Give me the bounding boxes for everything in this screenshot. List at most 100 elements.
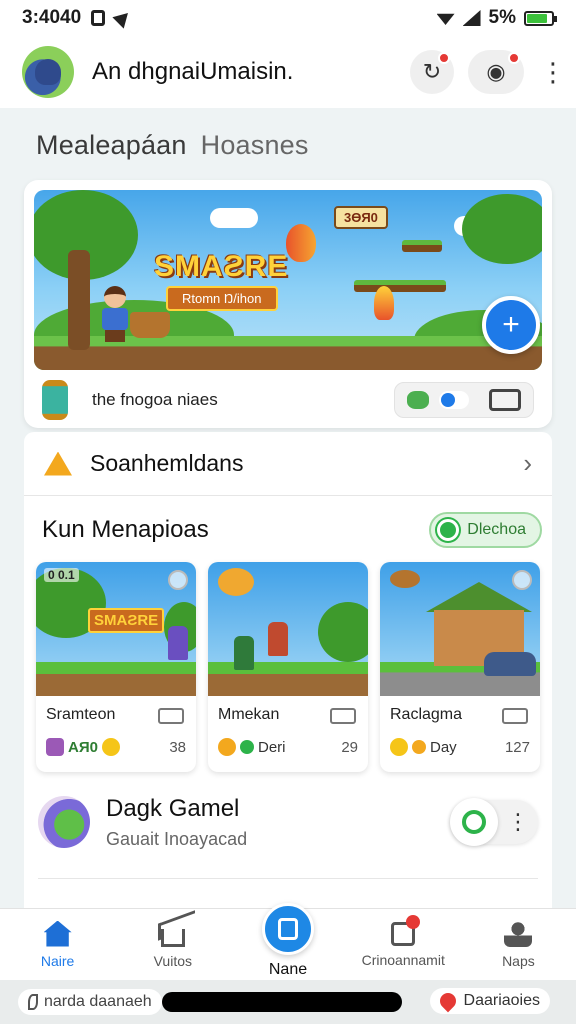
chat-button[interactable] [450, 798, 498, 846]
refresh-icon: ↻ [422, 59, 442, 84]
system-right-text: Daariaoies [463, 992, 540, 1009]
item-subtitle: Gauait Inoayacad [106, 828, 248, 849]
notification-dot [508, 52, 520, 64]
hero-character [98, 286, 132, 342]
wifi-icon [436, 13, 455, 25]
system-right-chip[interactable]: Daariaoies [429, 988, 550, 1014]
camera-button[interactable]: ◉ [468, 50, 524, 94]
nav-label: Crinoannamit [361, 951, 445, 968]
nav-center[interactable]: Nane [230, 902, 345, 980]
hero-legs [105, 330, 125, 342]
game-count: 38 [169, 738, 186, 756]
sim-icon [91, 10, 106, 26]
house-outline-icon [160, 928, 185, 947]
featured-banner[interactable]: 3ӨЯ0 SMAƧRE Rtomn Ŋ/ihon + [34, 190, 542, 370]
game-logo-subtitle: Rtomn Ŋ/ihon [166, 286, 278, 311]
chat-icon [462, 810, 486, 834]
game-title: Raclagma [390, 706, 463, 723]
featured-game-card[interactable]: 3ӨЯ0 SMAƧRE Rtomn Ŋ/ihon + the fnogoa ni… [24, 180, 552, 428]
nav-home[interactable]: Naire [0, 909, 115, 980]
info-icon[interactable] [168, 570, 188, 590]
list-row-link[interactable]: Soanhemldans › [24, 432, 552, 496]
message-box-icon [391, 914, 421, 946]
car [484, 652, 536, 676]
system-left-chip[interactable]: narda daanaeh [18, 989, 162, 1015]
thumb-ground [208, 662, 368, 696]
camera-icon: ◉ [486, 59, 506, 84]
home-indicator[interactable] [162, 992, 402, 1012]
apps-icon [262, 902, 314, 955]
featured-controls[interactable] [394, 382, 534, 418]
game-stat: Day [430, 738, 457, 756]
games-row: 0 0.1 SMAƧRE Sramteon AЯ0 38 Mmekan Deri… [36, 562, 540, 772]
nav-label: Naire [40, 952, 75, 969]
battery-fill [527, 13, 548, 23]
section-title: Mealeapáan Hoasnes [36, 130, 309, 161]
list-item[interactable]: Dagk Gamel Gauait Inoayacad ⋮ [24, 782, 552, 862]
featured-game-name: the fnogoa niaes [92, 390, 218, 409]
more-options-icon[interactable]: ⋮ [498, 809, 538, 835]
add-button[interactable]: + [482, 296, 540, 354]
bottom-nav: Naire Vuitos Nane Crinoannamit Naps [0, 902, 576, 980]
status-bar: 3:4040 5% [0, 0, 576, 36]
featured-footer: the fnogoa niaes [24, 372, 552, 428]
app-header: An dhgnaiUmaisin. ↻ ◉ ⋮ [0, 36, 576, 108]
badge-dot [406, 914, 421, 929]
info-icon[interactable] [512, 570, 532, 590]
games-filter-chip[interactable]: Dlechoa [429, 512, 542, 548]
character [168, 626, 188, 660]
nav-profile[interactable]: Naps [461, 909, 576, 980]
refresh-button[interactable]: ↻ [410, 50, 454, 94]
game-thumbnail [208, 562, 368, 696]
notification-dot [438, 52, 450, 64]
battery-percent: 5% [488, 7, 516, 28]
game-stats: AЯ0 38 [46, 738, 186, 756]
clock: 3:4040 [22, 7, 82, 28]
games-section-title: Kun Menapioas [42, 516, 209, 543]
item-avatar [38, 796, 90, 848]
tree-trunk [68, 250, 90, 350]
gem-icon [407, 391, 429, 409]
nav-communication[interactable]: Crinoannamit [346, 909, 461, 980]
game-stat: Deri [258, 738, 286, 756]
section-title-main: Mealeapáan [36, 130, 187, 160]
chip-label: Dlechoa [467, 521, 526, 538]
apps-icon-inner [278, 917, 298, 940]
plus-icon: + [502, 308, 520, 341]
screen-icon[interactable] [489, 389, 521, 411]
game-stats: Deri 29 [218, 738, 358, 756]
item-title: Dagk Gamel [106, 794, 240, 822]
balloon [218, 568, 254, 596]
game-title: Sramteon [46, 706, 116, 723]
lantern-icon [42, 380, 68, 420]
more-menu-icon[interactable]: ⋮ [540, 59, 566, 85]
game-card[interactable]: Raclagma Day 127 [380, 562, 540, 772]
toggle-switch[interactable] [439, 391, 469, 409]
screen-icon [502, 708, 528, 724]
coins-icon [390, 738, 408, 756]
system-bar: narda daanaeh Daariaoies [0, 980, 576, 1024]
game-logo: SMAƧRE [88, 608, 165, 633]
balloon [286, 224, 316, 262]
gem-icon [46, 738, 64, 756]
hero-body [102, 308, 128, 330]
platform [354, 280, 446, 292]
game-card[interactable]: Mmekan Deri 29 [208, 562, 368, 772]
heart-icon [436, 989, 459, 1013]
game-logo: SMAƧRE [154, 250, 289, 283]
game-hud: 0 0.1 [44, 568, 79, 582]
game-card[interactable]: 0 0.1 SMAƧRE Sramteon AЯ0 38 [36, 562, 196, 772]
game-thumbnail: 0 0.1 SMAƧRE [36, 562, 196, 696]
list-row-label: Soanhemldans [90, 450, 244, 476]
signal-icon [462, 10, 481, 26]
section-title-sub: Hoasnes [200, 130, 309, 160]
home-icon [43, 920, 72, 947]
screen-icon [158, 708, 184, 724]
nav-videos[interactable]: Vuitos [115, 909, 230, 980]
system-left-text: narda daanaeh [44, 993, 152, 1010]
chat-icon [437, 519, 460, 541]
hero-head [104, 286, 126, 308]
profile-avatar[interactable] [22, 46, 74, 98]
avatar-figure [35, 59, 61, 85]
status-right: 5% [436, 7, 557, 29]
